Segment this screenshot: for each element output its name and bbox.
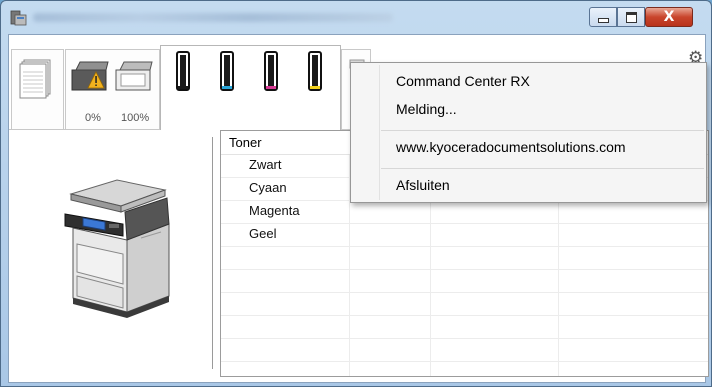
close-icon: X [663,9,675,25]
tab-paper-trays[interactable]: 0% 100% [65,49,160,129]
table-row[interactable]: Geel [221,223,708,247]
table-row [221,246,708,270]
menu-item-afsluiten[interactable]: Afsluiten [396,177,450,193]
close-button[interactable]: X [645,7,693,27]
title-bar[interactable]: X [1,1,711,35]
menu-separator [381,168,704,169]
toner-name-cell: Geel [249,226,277,241]
toner-name-cell: Cyaan [249,180,287,195]
paper-stack-icon [19,59,51,99]
printer-image-panel [9,130,209,382]
printer-illustration-icon [64,179,170,318]
toner-name-cell: Zwart [249,157,282,172]
minimize-icon [597,18,609,23]
status-monitor-window: X 0% 100% ⚙ Toner Zwart Cyaan Magenta Ge… [0,0,712,387]
maximize-button[interactable] [617,7,645,27]
context-menu: Command Center RX Melding... www.kyocera… [350,62,707,203]
tray1-icon [71,61,109,91]
minimize-button[interactable] [589,7,617,27]
window-title-redacted [33,13,393,22]
menu-item-melding[interactable]: Melding... [396,101,457,117]
menu-item-website[interactable]: www.kyoceradocumentsolutions.com [396,139,626,155]
black-toner-icon [176,51,190,91]
tab-toner[interactable] [160,45,341,130]
table-row [221,269,708,293]
tray1-level: 0% [85,112,101,124]
magenta-toner-icon [264,51,278,91]
table-row [221,315,708,339]
column-header-toner[interactable]: Toner [229,135,262,150]
table-row [221,338,708,362]
table-row [221,292,708,316]
tab-paper[interactable] [11,49,64,129]
tray2-icon [115,61,153,91]
table-row[interactable]: Magenta [221,200,708,224]
maximize-icon [625,11,637,23]
tray2-level: 100% [121,112,150,124]
menu-separator [381,130,704,131]
yellow-toner-icon [308,51,322,91]
cyan-toner-icon [220,51,234,91]
printer-app-icon [10,10,27,26]
menu-item-command-center[interactable]: Command Center RX [396,73,530,89]
menu-icon-gutter [379,65,380,200]
panel-divider [212,137,213,369]
toner-name-cell: Magenta [249,203,300,218]
